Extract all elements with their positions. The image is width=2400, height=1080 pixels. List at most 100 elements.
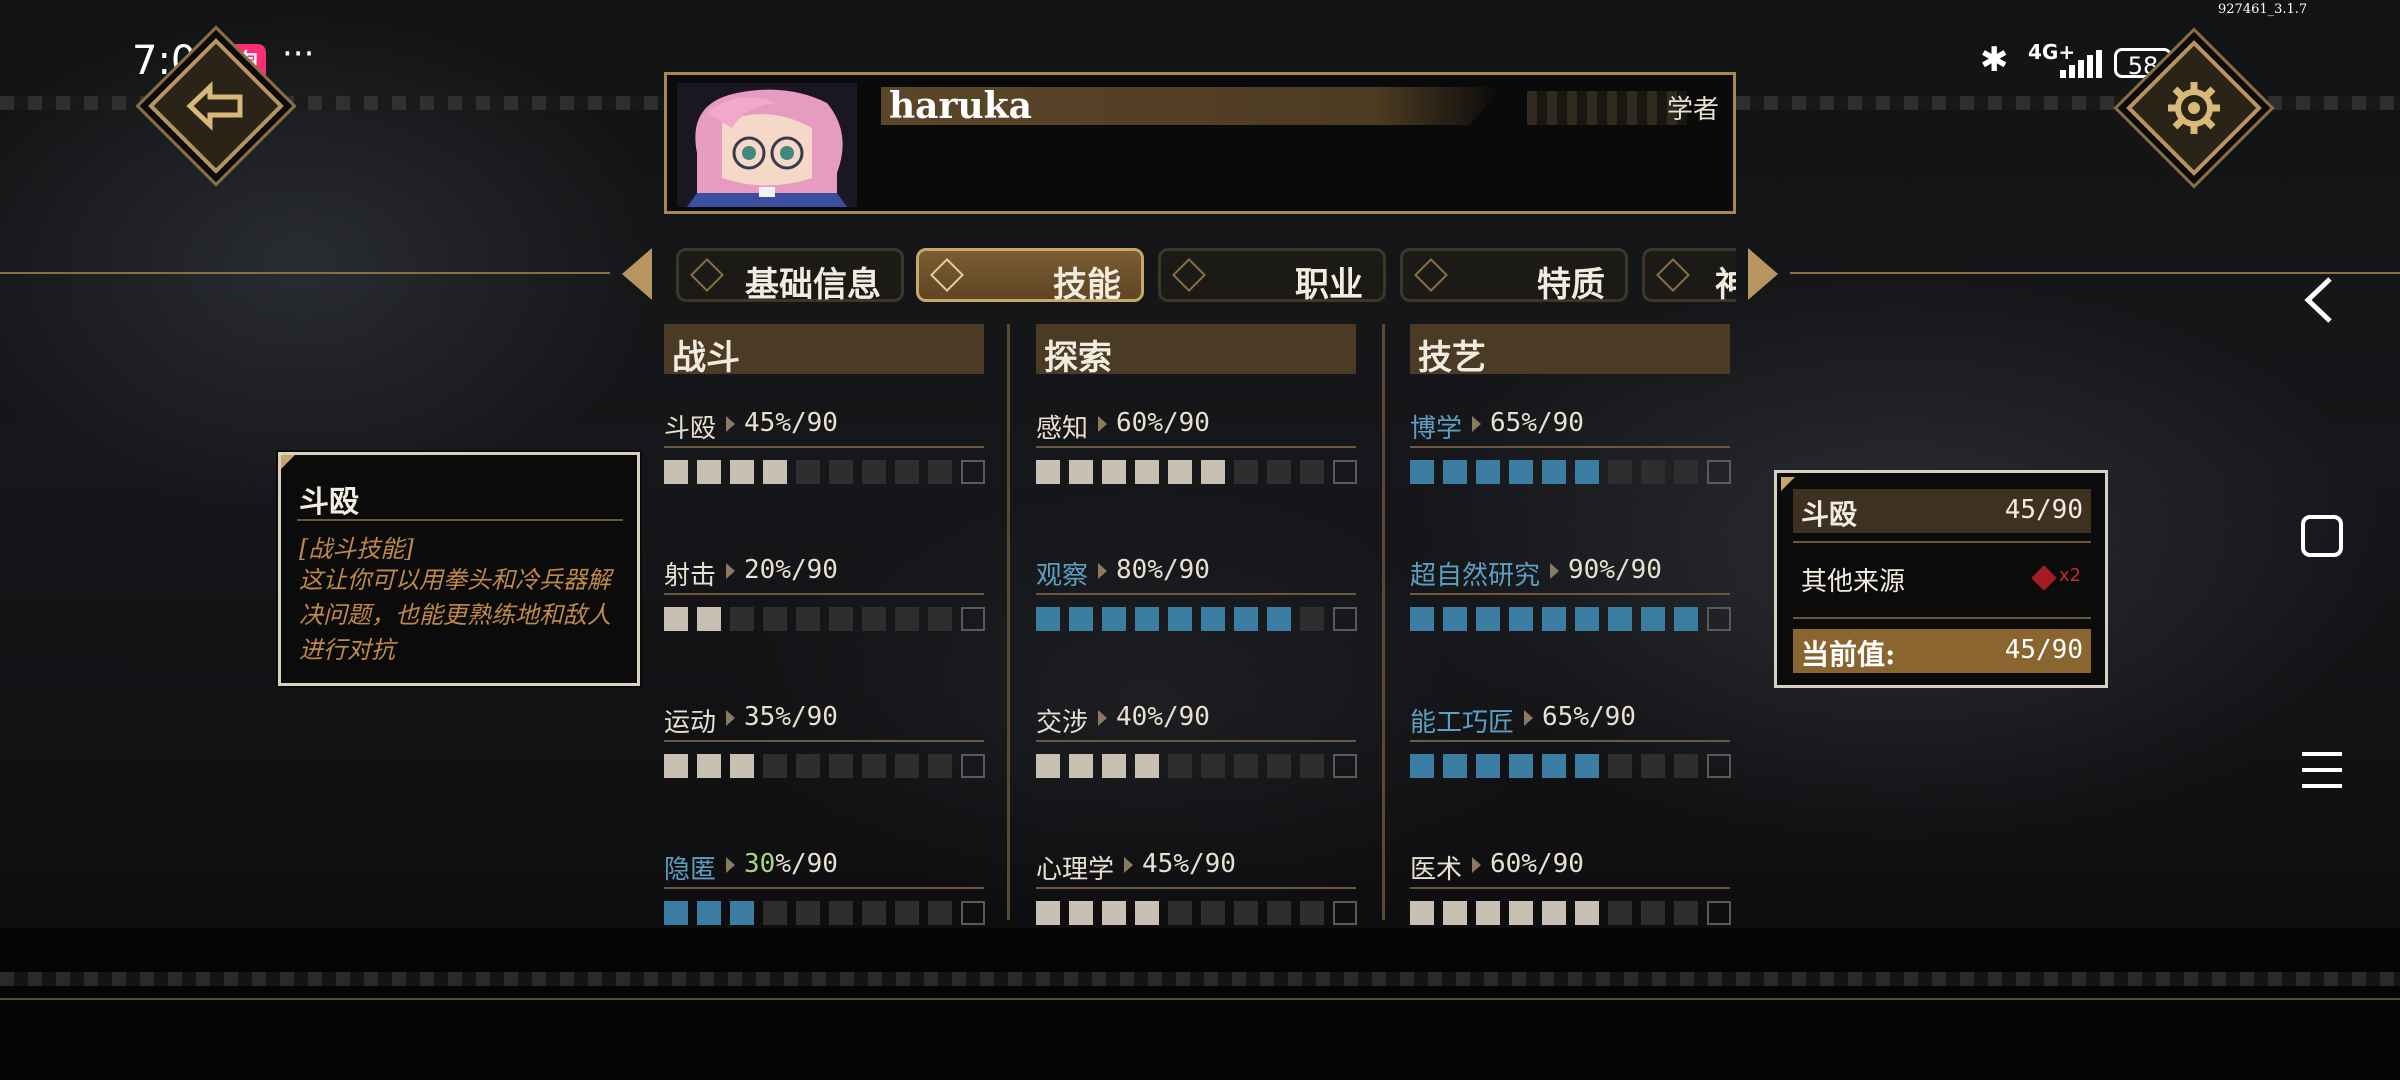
skill-separator: %/	[1147, 408, 1179, 438]
skill-value: 40%/90	[1116, 702, 1210, 732]
tab-basic-info[interactable]: 基础信息	[676, 248, 904, 305]
skill-max: 90	[1604, 702, 1636, 732]
skill-pip	[664, 901, 688, 925]
skill-pip	[1443, 460, 1467, 484]
tab-traits[interactable]: 特质	[1400, 248, 1628, 305]
skill-max: 90	[1204, 849, 1236, 879]
skill-pip	[1234, 754, 1258, 778]
skill-row[interactable]: 医术 60%/90	[1410, 849, 1731, 949]
skill-pip	[1201, 754, 1225, 778]
skill-pip	[1300, 901, 1324, 925]
tab-bar: 基础信息 技能 职业 特质 神	[672, 244, 1736, 308]
nav-menu-icon[interactable]	[2300, 748, 2344, 796]
skill-max: 90	[806, 408, 838, 438]
breakdown-skill-value: 45/90	[2004, 495, 2083, 525]
bottom-rail	[0, 998, 2400, 1000]
skill-pip	[928, 901, 952, 925]
skill-row[interactable]: 超自然研究 90%/90	[1410, 555, 1731, 655]
tab-profession[interactable]: 职业	[1158, 248, 1386, 305]
skill-row[interactable]: 射击 20%/90	[664, 555, 985, 655]
skill-pip	[1443, 607, 1467, 631]
skill-pip	[1641, 607, 1665, 631]
chevron-right-icon	[726, 563, 735, 579]
skill-pip	[1674, 607, 1698, 631]
chevron-right-icon	[726, 857, 735, 873]
skill-row[interactable]: 运动 35%/90	[664, 702, 985, 802]
skill-max: 90	[1178, 408, 1210, 438]
more-icon: ···	[282, 34, 315, 74]
skill-pip	[796, 901, 820, 925]
skill-pip	[1267, 901, 1291, 925]
skill-tooltip: 斗殴 [战斗技能] 这让你可以用拳头和冷兵器解决问题，也能更熟练地和敌人进行对抗	[276, 450, 642, 688]
skill-pip	[928, 460, 952, 484]
tab-prev-arrow-icon[interactable]	[622, 248, 652, 300]
skill-row[interactable]: 心理学 45%/90	[1036, 849, 1357, 949]
bottom-band	[0, 928, 2400, 1080]
skill-pip	[796, 460, 820, 484]
skill-pip	[928, 607, 952, 631]
skill-pip	[763, 901, 787, 925]
breakdown-skill-name: 斗殴	[1801, 498, 1858, 531]
skill-row[interactable]: 能工巧匠 65%/90	[1410, 702, 1731, 802]
chevron-right-icon	[726, 710, 735, 726]
current-value: 45/90	[2004, 635, 2083, 665]
skill-pip	[1102, 460, 1126, 484]
skill-pip	[1267, 460, 1291, 484]
skill-pip	[928, 754, 952, 778]
skill-row[interactable]: 斗殴 45%/90	[664, 408, 985, 508]
chevron-right-icon	[726, 416, 735, 432]
skill-row[interactable]: 交涉 40%/90	[1036, 702, 1357, 802]
skill-pip	[1674, 754, 1698, 778]
skill-current: 80	[1116, 555, 1148, 585]
red-gem-icon	[2031, 565, 2057, 591]
skill-row[interactable]: 隐匿 30%/90	[664, 849, 985, 949]
chevron-right-icon	[1472, 857, 1481, 873]
skill-level-bar	[1410, 460, 1731, 486]
tab-god[interactable]: 神	[1642, 248, 1736, 305]
skill-pip	[1575, 901, 1599, 925]
breakdown-divider	[1793, 541, 2091, 543]
skill-pip	[1707, 754, 1731, 778]
skill-pip	[1168, 754, 1192, 778]
skill-underline	[664, 593, 984, 595]
tab-label: 基础信息	[745, 265, 881, 305]
skill-current: 60	[1490, 849, 1522, 879]
column-title: 探索	[1044, 338, 1112, 378]
skill-pip	[1333, 607, 1357, 631]
column-header: 战斗	[664, 324, 984, 378]
skill-pip	[1135, 754, 1159, 778]
chevron-right-icon	[1124, 857, 1133, 873]
skill-pip	[862, 901, 886, 925]
skill-pip	[796, 607, 820, 631]
nav-back-icon[interactable]	[2300, 274, 2340, 339]
tab-next-arrow-icon[interactable]	[1748, 248, 1778, 300]
skill-pip	[1300, 754, 1324, 778]
tab-label: 技能	[1053, 265, 1121, 305]
skill-pip	[1509, 607, 1533, 631]
skill-pip	[697, 607, 721, 631]
skill-pip	[1575, 754, 1599, 778]
skill-pip	[1069, 607, 1093, 631]
skill-level-bar	[1036, 901, 1357, 927]
skill-underline	[1410, 446, 1730, 448]
skill-pip	[1608, 754, 1632, 778]
skill-name: 观察	[1036, 561, 1089, 591]
skill-pip	[1300, 460, 1324, 484]
skill-separator: %/	[1521, 408, 1553, 438]
skill-pip	[1135, 607, 1159, 631]
skill-pip	[895, 754, 919, 778]
skill-underline	[664, 446, 984, 448]
tab-skills[interactable]: 技能	[916, 248, 1144, 305]
skill-pip	[829, 460, 853, 484]
skill-pip	[1069, 754, 1093, 778]
rank-strip	[1527, 91, 1687, 125]
skill-row[interactable]: 观察 80%/90	[1036, 555, 1357, 655]
skill-row[interactable]: 博学 65%/90	[1410, 408, 1731, 508]
skill-column-craft: 技艺 博学 65%/90 超自然研究 90%/90 能工巧匠 65%/90 医术 60%/90	[1410, 324, 1731, 925]
skill-row[interactable]: 感知 60%/90	[1036, 408, 1357, 508]
skill-level-bar	[664, 460, 985, 486]
nav-home-icon[interactable]	[2300, 514, 2344, 562]
diamond-icon	[1172, 258, 1206, 292]
skill-pip	[1575, 460, 1599, 484]
column-divider	[1007, 324, 1010, 920]
